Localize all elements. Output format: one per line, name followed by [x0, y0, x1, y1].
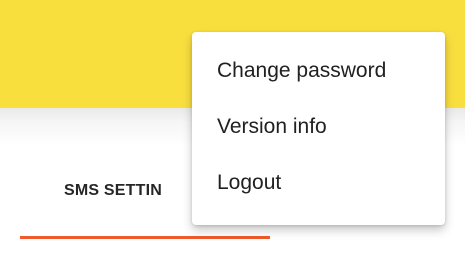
menu-item-label: Version info — [217, 115, 327, 138]
active-tab-indicator — [20, 236, 270, 239]
menu-item-label: Logout — [217, 171, 282, 194]
menu-item-version-info[interactable]: Version info — [192, 100, 445, 156]
overflow-menu: Change password Version info Logout — [192, 32, 445, 225]
menu-item-label: Change password — [217, 59, 387, 82]
tab-label: SMS SETTIN — [64, 182, 163, 199]
menu-item-change-password[interactable]: Change password — [192, 44, 445, 100]
menu-item-logout[interactable]: Logout — [192, 156, 445, 212]
app-screen: SMS SETTIN Change password Version info … — [0, 0, 465, 253]
